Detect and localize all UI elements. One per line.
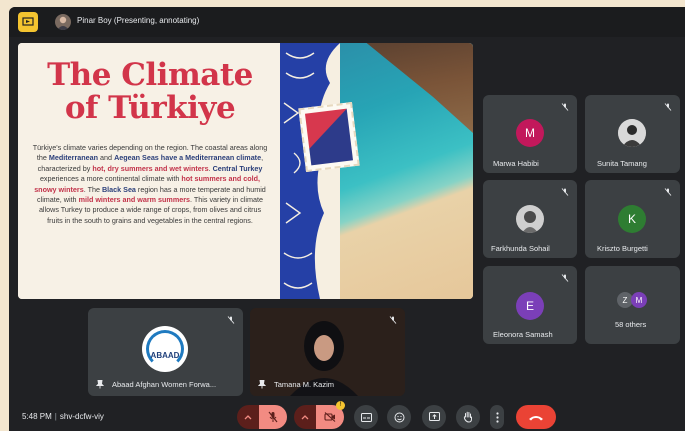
presenter-label: Pinar Boy (Presenting, annotating) [77, 16, 200, 25]
participant-avatar: K [618, 205, 646, 233]
chevron-up-icon [244, 415, 252, 420]
presenter-avatar [55, 14, 71, 30]
avatar-initial: M [635, 295, 643, 305]
participant-avatar: E [516, 292, 544, 320]
meeting-code[interactable]: shv-dcfw-viy [60, 412, 104, 421]
mic-off-icon [227, 316, 235, 324]
avatar-initial: Z [622, 295, 628, 305]
avatar-initial: E [525, 299, 534, 313]
participant-tile[interactable]: M Marwa Habibi [483, 95, 577, 173]
participant-name: Farkhunda Sohail [491, 244, 550, 253]
camera-options-button[interactable] [294, 405, 316, 429]
mic-off-icon [268, 411, 278, 423]
participant-name: Tamana M. Kazim [274, 380, 335, 389]
participant-name: Eleonora Samash [493, 330, 553, 339]
mic-off-icon [561, 188, 569, 196]
shared-slide: The Climate of Türkiye Türkiye's climate… [18, 43, 473, 299]
slide-body-segment: Central Turkey [212, 163, 263, 173]
participant-name: Abaad Afghan Women Forwa... [112, 380, 217, 389]
raise-hand-button[interactable] [456, 405, 480, 429]
others-count-label: 58 others [615, 320, 647, 329]
present-screen-icon [428, 412, 440, 421]
leave-call-button[interactable] [516, 405, 556, 429]
logo-text: ABAAD [150, 350, 180, 360]
slide-body-segment: Black Sea [101, 184, 136, 194]
mic-off-icon [664, 103, 672, 111]
others-avatar: M [631, 292, 647, 308]
stamp-graphic [298, 101, 360, 173]
slide-body-segment: hot, dry summers and wet winters [92, 163, 209, 173]
avatar-initial: K [627, 212, 636, 226]
slide-title-line1: The Climate [47, 57, 253, 93]
pin-icon[interactable] [96, 380, 104, 389]
presentation-icon[interactable] [18, 12, 38, 32]
captions-button[interactable] [354, 405, 378, 429]
participant-tile[interactable]: K Kriszto Burgetti [585, 180, 680, 258]
meeting-info: 5:48 PM | shv-dcfw-viy [22, 412, 104, 421]
mic-off-icon [561, 103, 569, 111]
others-tile[interactable]: Z M 58 others [585, 266, 680, 344]
avatar-initial: M [525, 126, 535, 140]
warning-badge: ! [336, 401, 345, 410]
meet-window: Pinar Boy (Presenting, annotating) The C… [9, 7, 685, 431]
slide-title: The Climate of Türkiye [26, 59, 274, 125]
participant-name: Sunita Tamang [597, 159, 647, 168]
slide-body-segment: experiences a more continental climate w… [39, 174, 182, 184]
more-vert-icon [495, 411, 499, 423]
participant-name: Kriszto Burgetti [597, 244, 648, 253]
slide-text-panel: The Climate of Türkiye Türkiye's climate… [18, 43, 280, 299]
mic-options-button[interactable] [237, 405, 259, 429]
mic-toggle-button[interactable] [259, 405, 287, 429]
slide-body-segment: and [98, 153, 115, 163]
present-button[interactable] [422, 405, 446, 429]
hang-up-icon [529, 415, 543, 420]
bottom-bar: 5:48 PM | shv-dcfw-viy ! [9, 401, 685, 431]
participant-tile[interactable]: Sunita Tamang [585, 95, 680, 173]
captions-icon [360, 412, 372, 422]
mic-off-icon [561, 274, 569, 282]
participant-photo [618, 119, 646, 147]
participant-tile[interactable]: E Eleonora Samash [483, 266, 577, 344]
participant-avatar: M [516, 119, 544, 147]
slide-body-segment: . The [83, 184, 102, 194]
slide-body-segment: mild winters and warm summers [78, 195, 191, 205]
reactions-button[interactable] [387, 405, 411, 429]
more-options-button[interactable] [490, 405, 504, 429]
top-bar: Pinar Boy (Presenting, annotating) [9, 7, 685, 37]
slide-title-line2: of Türkiye [64, 90, 236, 126]
mic-off-icon [664, 188, 672, 196]
participant-name: Marwa Habibi [493, 159, 539, 168]
hand-icon [463, 411, 472, 423]
pinned-tile[interactable]: ABAAD Abaad Afghan Women Forwa... [88, 308, 243, 396]
slide-body-text: Türkiye's climate varies depending on th… [32, 143, 268, 226]
clock-time: 5:48 PM [22, 412, 52, 421]
participant-tile[interactable]: Farkhunda Sohail [483, 180, 577, 258]
emoji-icon [394, 412, 404, 422]
abaad-logo: ABAAD [142, 326, 188, 372]
pinned-tile[interactable]: Tamana M. Kazim [250, 308, 405, 396]
slide-beach-photo [280, 43, 473, 299]
chevron-up-icon [301, 415, 309, 420]
pin-icon[interactable] [258, 380, 266, 389]
slide-body-segment: Aegean Seas have a Mediterranean climate [114, 153, 262, 163]
participant-photo [516, 205, 544, 233]
camera-off-icon [324, 412, 336, 422]
mic-off-icon [389, 316, 397, 324]
slide-body-segment: Mediterranean [48, 153, 99, 163]
